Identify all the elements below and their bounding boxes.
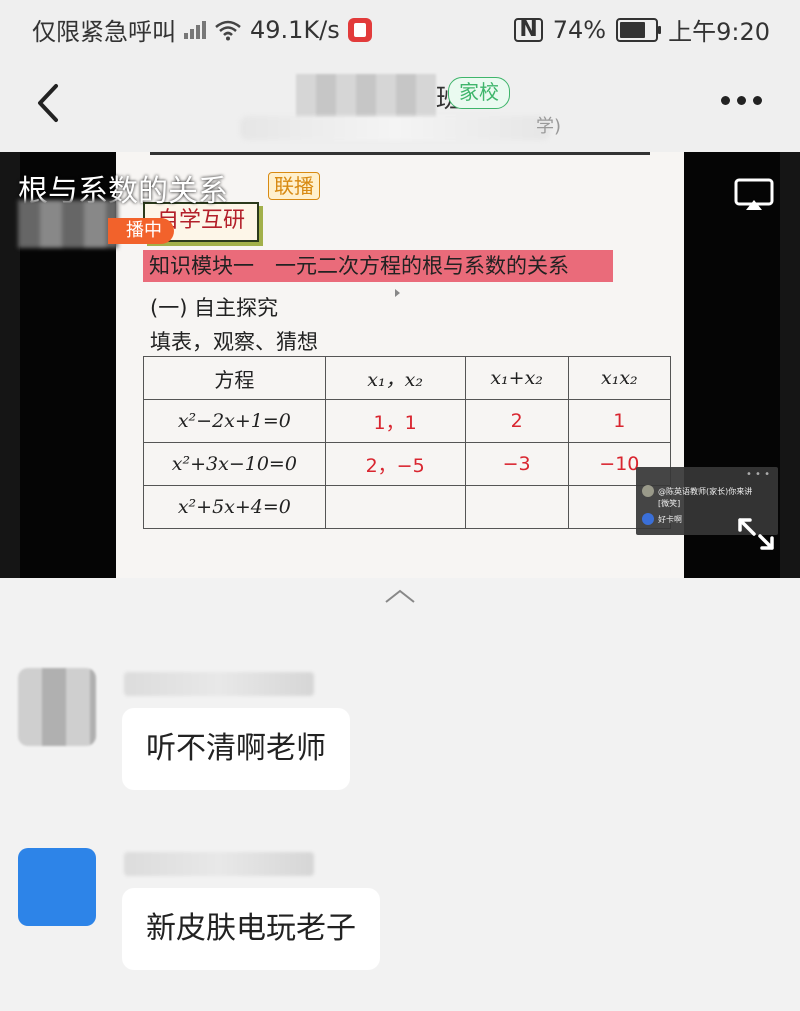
sender-name-redacted bbox=[124, 672, 314, 696]
carrier-text: 仅限紧急呼叫 bbox=[32, 18, 176, 46]
mini-chat-row: [微笑] bbox=[658, 498, 680, 509]
slide-explore-heading: (一) 自主探究 bbox=[150, 296, 279, 320]
table-row: x²+5x+4=0 bbox=[143, 485, 672, 529]
mini-chat-row: @陈英语教师(家长)你来讲 bbox=[642, 485, 752, 497]
mini-chat-text: 好卡啊 bbox=[658, 514, 682, 524]
expand-icon[interactable] bbox=[736, 516, 776, 552]
table-header: x₁x₂ bbox=[567, 356, 672, 400]
table-cell: 2 bbox=[464, 399, 569, 443]
broadcast-tag: 联播 bbox=[268, 172, 320, 200]
avatar[interactable] bbox=[18, 848, 96, 926]
dot-icon bbox=[737, 96, 746, 105]
table-cell: 2，−5 bbox=[324, 442, 466, 486]
table-cell bbox=[324, 485, 466, 529]
airplay-button[interactable] bbox=[734, 178, 774, 212]
subtitle-redacted bbox=[240, 116, 550, 140]
live-video-player[interactable]: 自学互研 知识模块一 一元二次方程的根与系数的关系 (一) 自主探究 填表，观察… bbox=[0, 152, 800, 578]
table-cell: x²−2x+1=0 bbox=[143, 399, 326, 443]
cursor-icon bbox=[395, 289, 400, 297]
table-cell bbox=[464, 485, 569, 529]
equation-table: 方程 x₁，x₂ x₁+x₂ x₁x₂ x²−2x+1=0 1，1 2 1 x²… bbox=[143, 356, 672, 529]
avatar bbox=[642, 485, 654, 497]
avatar bbox=[642, 513, 654, 525]
mini-chat-row: 好卡啊 bbox=[642, 513, 682, 525]
slide-module-bar: 知识模块一 一元二次方程的根与系数的关系 bbox=[143, 250, 613, 282]
nfc-icon: N bbox=[514, 17, 543, 42]
status-left: 仅限紧急呼叫 49.1K/s bbox=[32, 12, 372, 47]
slide-top-line bbox=[150, 152, 650, 155]
message-bubble[interactable]: 听不清啊老师 bbox=[122, 708, 350, 790]
collapse-video-button[interactable] bbox=[384, 587, 416, 605]
table-row: x²+3x−10=0 2，−5 −3 −10 bbox=[143, 442, 672, 486]
table-cell: 1 bbox=[567, 399, 672, 443]
table-header: x₁，x₂ bbox=[324, 356, 466, 400]
mini-chat-text: [微笑] bbox=[658, 499, 681, 508]
nav-bar: 班 家校 学) bbox=[0, 56, 800, 152]
dot-icon bbox=[753, 96, 762, 105]
title-redacted bbox=[296, 74, 436, 118]
table-header: x₁+x₂ bbox=[464, 356, 569, 400]
screen-cast-icon bbox=[734, 178, 774, 210]
notification-app-icon bbox=[347, 17, 372, 42]
table-cell: x²+3x−10=0 bbox=[143, 442, 326, 486]
video-letterbox-left bbox=[0, 152, 20, 578]
slide-guess-text: 填表，观察、猜想 bbox=[150, 330, 318, 354]
back-button[interactable] bbox=[30, 78, 70, 128]
table-row: x²−2x+1=0 1，1 2 1 bbox=[143, 399, 672, 443]
more-options-button[interactable] bbox=[721, 96, 762, 105]
table-header: 方程 bbox=[143, 356, 326, 400]
live-status-badge: 播中 bbox=[108, 218, 174, 244]
sender-name-redacted bbox=[124, 852, 314, 876]
home-school-tag: 家校 bbox=[448, 77, 510, 109]
network-speed: 49.1K/s bbox=[250, 15, 340, 44]
status-right: N 74% 上午9:20 bbox=[514, 12, 770, 47]
mini-overlay-more-icon[interactable]: • • • bbox=[746, 469, 770, 480]
table-cell: x²+5x+4=0 bbox=[143, 485, 326, 529]
status-bar: 仅限紧急呼叫 49.1K/s N 74% 上午9:20 bbox=[0, 0, 800, 56]
video-letterbox-right bbox=[780, 152, 800, 578]
avatar[interactable] bbox=[18, 668, 96, 746]
chat-title: 班 家校 学) bbox=[240, 72, 562, 142]
message-bubble[interactable]: 新皮肤电玩老子 bbox=[122, 888, 380, 970]
table-cell: −3 bbox=[464, 442, 569, 486]
chevron-left-icon bbox=[38, 84, 58, 122]
signal-icon bbox=[184, 19, 206, 41]
chevron-up-icon bbox=[385, 589, 415, 603]
dot-icon bbox=[721, 96, 730, 105]
wifi-icon bbox=[214, 19, 242, 41]
clock: 上午9:20 bbox=[668, 18, 770, 46]
battery-percent: 74% bbox=[552, 15, 607, 44]
subtitle-end: 学) bbox=[536, 116, 562, 137]
teacher-avatar-redacted bbox=[18, 200, 118, 248]
table-cell: 1，1 bbox=[324, 399, 466, 443]
table-header-row: 方程 x₁，x₂ x₁+x₂ x₁x₂ bbox=[143, 356, 672, 400]
mini-chat-text: @陈英语教师(家长)你来讲 bbox=[658, 486, 753, 496]
battery-icon bbox=[616, 17, 662, 42]
battery-fill bbox=[620, 21, 646, 38]
